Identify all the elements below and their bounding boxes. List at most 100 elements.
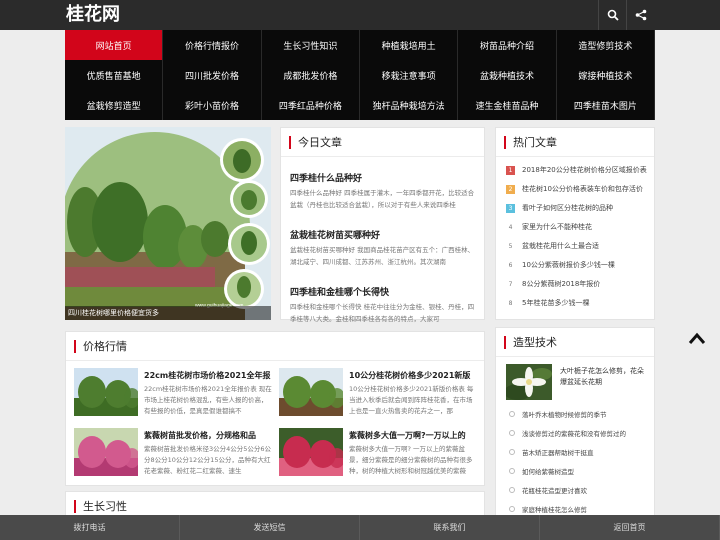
hot-article-link[interactable]: 2018年20公分桂花树价格分区域报价表 <box>522 165 647 175</box>
divider <box>496 156 654 157</box>
nav-item[interactable]: 盆栽种植技术 <box>458 60 557 90</box>
article-summary: 四季桂和金桂哪个长得快 桂花中往往分为金桂、银桂、丹桂，四季桂等八大类。金桂和四… <box>290 303 475 323</box>
tech-article-link[interactable]: 如何给紫薇树造型 <box>509 466 574 476</box>
osmanthus-trees-photo: www.guihuajiage.com <box>65 127 271 320</box>
nav-item[interactable]: 种植栽培用土 <box>360 30 459 60</box>
nav-item[interactable]: 网站首页 <box>65 30 164 60</box>
nav-item[interactable]: 嫁接种植技术 <box>557 60 655 90</box>
rank-badge: 1 <box>506 165 515 175</box>
nav-item[interactable]: 独杆品种栽培方法 <box>360 90 459 120</box>
nav-item[interactable]: 盆栽修剪造型 <box>65 90 164 120</box>
hot-article-link[interactable]: 家里为什么不能种桂花 <box>522 222 592 232</box>
price-thumbnail[interactable] <box>279 368 343 416</box>
gardenia-thumbnail[interactable] <box>506 364 552 400</box>
hero-caption[interactable]: 四川桂花树哪里价格便宜货多 <box>65 306 271 320</box>
hot-article-item[interactable]: 1 2018年20公分桂花树价格分区域报价表 <box>506 165 647 175</box>
back-to-top-button[interactable] <box>687 330 707 346</box>
hot-article-item[interactable]: 6 10公分紫薇树报价多少钱一棵 <box>506 260 615 270</box>
rank-badge: 8 <box>506 298 515 308</box>
nav-item[interactable]: 价格行情报价 <box>163 30 262 60</box>
hot-article-link[interactable]: 8公分紫薇树2018年报价 <box>522 279 600 289</box>
tech-article-link[interactable]: 落叶乔木植物时候修剪的季节 <box>509 409 607 419</box>
nav-item[interactable]: 移栽注意事项 <box>360 60 459 90</box>
section-title: 今日文章 <box>289 136 342 149</box>
hot-article-link[interactable]: 盆栽桂花用什么土最合适 <box>522 241 599 251</box>
nav-item[interactable]: 四季桂苗木图片 <box>557 90 655 120</box>
search-button[interactable] <box>598 0 626 30</box>
tech-article-link[interactable]: 家庭种植桂花怎么修剪 <box>509 504 587 514</box>
tech-article-link[interactable]: 苗木矫正器帮助树干挺直 <box>509 447 594 457</box>
arrow-up-icon <box>688 332 706 344</box>
bottom-toolbar: 拨打电话 发送短信 联系我们 返回首页 <box>0 515 720 540</box>
price-item[interactable]: 10公分桂花树价格多少2021新版 10公分桂花树价格多少2021新版价格表 每当… <box>279 368 479 426</box>
price-item[interactable]: 紫薇树多大值一万啊?一万以上的紫薇树多大值一万啊? 一万以上的紫薇盆景，细分紫薇… <box>279 428 479 486</box>
section-title: 生长习性 <box>74 500 127 513</box>
tech-article-link[interactable]: 花瓶桂花造型更讨喜欢 <box>509 485 587 495</box>
price-item-summary: 10公分桂花树价格多少2021新版价格表 每当进入秋季后就会闻到阵阵桂花香，在市… <box>349 385 474 415</box>
section-title: 热门文章 <box>504 136 557 149</box>
rank-badge: 3 <box>506 203 515 213</box>
section-title: 造型技术 <box>504 336 557 349</box>
section-title: 价格行情 <box>74 340 127 353</box>
rank-badge: 2 <box>506 184 515 194</box>
price-thumbnail[interactable] <box>279 428 343 476</box>
share-button[interactable] <box>626 0 654 30</box>
price-thumbnail[interactable] <box>74 368 138 416</box>
nav-item[interactable]: 优质售苗基地 <box>65 60 164 90</box>
hot-article-item[interactable]: 3 看叶子如何区分桂花树的品种 <box>506 203 613 213</box>
nav-item[interactable]: 成都批发价格 <box>262 60 360 90</box>
price-item[interactable]: 22cm桂花树市场价格2021全年报 22cm桂花树市场价格2021全年报价表 现… <box>74 368 274 426</box>
price-item-summary: 紫薇树苗批发价格米径3公分4公分5公分6公分8公分10公分12公分15公分，品种… <box>144 445 272 475</box>
price-item-title[interactable]: 10公分桂花树价格多少2021新版 <box>349 370 479 381</box>
article-title[interactable]: 四季桂和金桂哪个长得快 <box>290 285 389 298</box>
nav-item[interactable]: 速生金桂苗品种 <box>458 90 557 120</box>
tech-feature-title[interactable]: 大叶栀子花怎么修剪，花朵爆盆延长花期 <box>560 366 648 388</box>
bottom-bar-button[interactable]: 联系我们 <box>360 515 540 540</box>
price-item-title[interactable]: 紫薇树多大值一万啊?一万以上的 <box>349 430 479 441</box>
tech-panel: 造型技术 大叶栀子花怎么修剪，花朵爆盆延长花期 落叶乔木植物时候修剪的季节浅谈修… <box>495 327 655 527</box>
divider <box>281 156 484 157</box>
nav-item[interactable]: 彩叶小苗价格 <box>163 90 262 120</box>
hot-article-item[interactable]: 5 盆栽桂花用什么土最合适 <box>506 241 599 251</box>
hero-image[interactable]: www.guihuajiage.com 四川桂花树哪里价格便宜货多 <box>65 127 271 320</box>
divider <box>66 360 484 361</box>
price-item-summary: 紫薇树多大值一万啊? 一万以上的紫薇盆景，细分紫薇是的细分紫薇树的品种有很多种，… <box>349 445 473 475</box>
search-icon <box>607 9 619 21</box>
hot-article-item[interactable]: 7 8公分紫薇树2018年报价 <box>506 279 600 289</box>
bottom-bar-button[interactable]: 拨打电话 <box>0 515 180 540</box>
today-articles-panel: 今日文章 四季桂什么品种好四季桂什么品种好 四季桂属于灌木，一年四季都开花，比较… <box>280 127 485 323</box>
tech-article-link[interactable]: 浅谈修剪过的紫薇花和没有修剪过的 <box>509 428 626 438</box>
rank-badge: 6 <box>506 260 515 270</box>
nav-item[interactable]: 四季红品种价格 <box>262 90 360 120</box>
hot-article-link[interactable]: 看叶子如何区分桂花树的品种 <box>522 203 613 213</box>
price-item-title[interactable]: 紫薇树苗批发价格，分规格和品 <box>144 430 274 441</box>
bottom-bar-button[interactable]: 返回首页 <box>540 515 720 540</box>
nav-item[interactable]: 四川批发价格 <box>163 60 262 90</box>
rank-badge: 5 <box>506 241 515 251</box>
article-title[interactable]: 盆栽桂花树苗买哪种好 <box>290 228 380 241</box>
article-summary: 四季桂什么品种好 四季桂属于灌木，一年四季都开花，比较适合盆栽（丹桂也比较适合盆… <box>290 189 475 209</box>
hot-article-item[interactable]: 4 家里为什么不能种桂花 <box>506 222 592 232</box>
site-header: 桂花网 <box>0 0 720 30</box>
nav-item[interactable]: 造型修剪技术 <box>557 30 655 60</box>
article-summary: 盆栽桂花树苗买哪种好 我国商品桂花苗产区有五个：广西桂林、湖北咸宁、四川成都、江… <box>290 246 475 266</box>
hot-articles-panel: 热门文章 1 2018年20公分桂花树价格分区域报价表 2 桂花树10公分价格表装车价… <box>495 127 655 320</box>
article-title[interactable]: 四季桂什么品种好 <box>290 171 362 184</box>
main-nav: 网站首页 价格行情报价 生长习性知识 种植栽培用土 树苗品种介绍 造型修剪技术优质售苗基地… <box>65 30 655 120</box>
hot-article-link[interactable]: 5年桂花苗多少钱一棵 <box>522 298 589 308</box>
hot-article-link[interactable]: 桂花树10公分价格表装车价和包存活价 <box>522 184 643 194</box>
hot-article-item[interactable]: 2 桂花树10公分价格表装车价和包存活价 <box>506 184 643 194</box>
price-item-summary: 22cm桂花树市场价格2021全年报价表 现在市场上桂花树价格混乱，有些人报的价… <box>144 385 272 415</box>
nav-item[interactable]: 生长习性知识 <box>262 30 360 60</box>
price-item[interactable]: 紫薇树苗批发价格，分规格和品紫薇树苗批发价格米径3公分4公分5公分6公分8公分1… <box>74 428 274 486</box>
hot-article-link[interactable]: 10公分紫薇树报价多少钱一棵 <box>522 260 615 270</box>
bottom-bar-button[interactable]: 发送短信 <box>180 515 360 540</box>
price-item-title[interactable]: 22cm桂花树市场价格2021全年报 <box>144 370 274 381</box>
rank-badge: 4 <box>506 222 515 232</box>
nav-item[interactable]: 树苗品种介绍 <box>458 30 557 60</box>
price-panel: 价格行情 22cm桂花树市场价格2021全年报 22cm桂花树市场价格2021全年… <box>65 331 485 486</box>
site-logo[interactable]: 桂花网 <box>66 3 120 27</box>
hot-article-item[interactable]: 8 5年桂花苗多少钱一棵 <box>506 298 589 308</box>
divider <box>496 356 654 357</box>
price-thumbnail[interactable] <box>74 428 138 476</box>
